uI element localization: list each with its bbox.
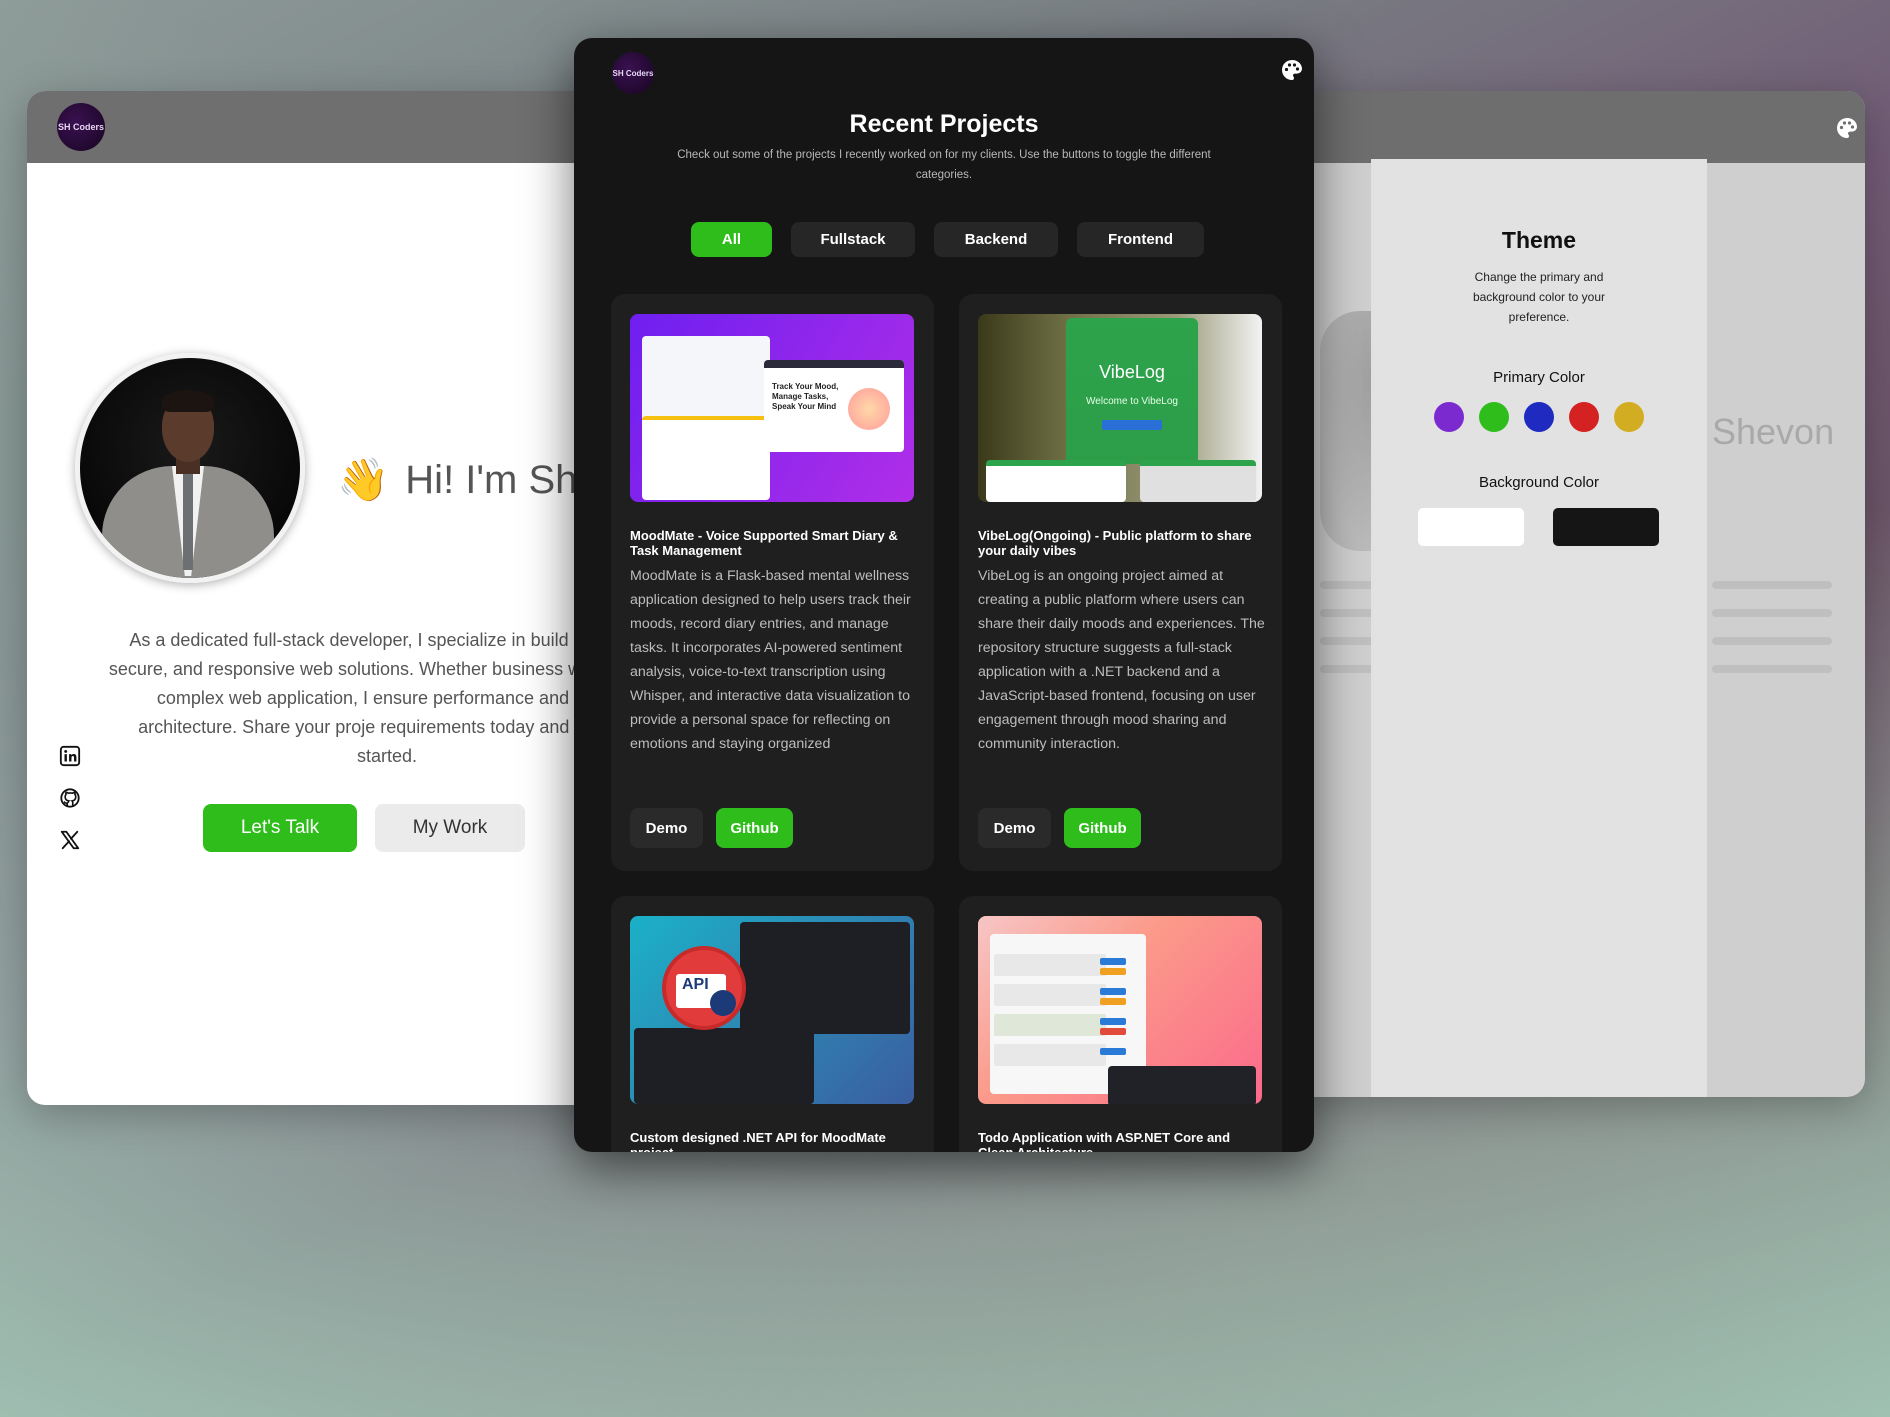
demo-button[interactable]: Demo: [630, 808, 703, 848]
primary-color-swatches: [1434, 402, 1644, 432]
background-name: Shevon: [1712, 411, 1835, 452]
project-card: API Custom designed .NET API for MoodMat…: [611, 896, 934, 1152]
project-title: Todo Application with ASP.NET Core and C…: [978, 1130, 1231, 1152]
palette-icon[interactable]: [1835, 116, 1859, 140]
my-work-button[interactable]: My Work: [375, 804, 525, 852]
primary-color-label: Primary Color: [1493, 369, 1585, 386]
project-title: MoodMate - Voice Supported Smart Diary &…: [630, 528, 898, 558]
theme-window: Shevon Theme Change the primary and back…: [1300, 91, 1865, 1097]
thumbnail-caption: VibeLog: [1099, 362, 1165, 382]
project-thumbnail: [978, 916, 1262, 1104]
waving-hand-icon: 👋: [337, 456, 390, 503]
github-button[interactable]: Github: [716, 808, 793, 848]
lets-talk-button[interactable]: Let's Talk: [203, 804, 357, 852]
background-color-label: Background Color: [1478, 474, 1600, 491]
project-card: Track Your Mood, Manage Tasks, Speak You…: [611, 294, 934, 871]
github-button[interactable]: Github: [1064, 808, 1141, 848]
linkedin-icon[interactable]: [59, 745, 81, 767]
thumbnail-caption: Track Your Mood, Manage Tasks, Speak You…: [772, 382, 839, 411]
background-swatch-light[interactable]: [1418, 508, 1524, 546]
project-card: Todo Application with ASP.NET Core and C…: [959, 896, 1282, 1152]
background-swatch-dark[interactable]: [1553, 508, 1659, 546]
hero-greeting-text: Hi! I'm She: [405, 458, 600, 502]
demo-button[interactable]: Demo: [978, 808, 1051, 848]
section-subtitle: Check out some of the projects I recentl…: [677, 149, 1211, 181]
project-thumbnail: API: [630, 916, 914, 1104]
filter-all-button[interactable]: All: [691, 222, 772, 257]
thumbnail-subcaption: Welcome to VibeLog: [1086, 396, 1178, 407]
x-icon[interactable]: [59, 829, 81, 851]
section-title: Recent Projects: [849, 110, 1039, 138]
profile-avatar: [75, 353, 305, 583]
project-title: VibeLog(Ongoing) - Public platform to sh…: [978, 528, 1252, 558]
projects-window: SH Coders Recent Projects Check out some…: [574, 38, 1314, 1152]
primary-swatch-green[interactable]: [1479, 402, 1509, 432]
theme-panel: Theme Change the primary and background …: [1371, 159, 1707, 1097]
filter-backend-button[interactable]: Backend: [934, 222, 1058, 257]
theme-description: Change the primary and background color …: [1472, 270, 1606, 324]
category-filters: All Fullstack Backend Frontend: [691, 222, 1204, 257]
theme-title: Theme: [1501, 227, 1577, 253]
project-description: VibeLog is an ongoing project aimed at c…: [978, 568, 1265, 752]
filter-fullstack-button[interactable]: Fullstack: [791, 222, 915, 257]
primary-swatch-blue[interactable]: [1524, 402, 1554, 432]
project-thumbnail: VibeLog Welcome to VibeLog: [978, 314, 1262, 502]
theme-window-navbar: [1300, 91, 1865, 163]
primary-swatch-yellow[interactable]: [1614, 402, 1644, 432]
primary-swatch-red[interactable]: [1569, 402, 1599, 432]
project-card: VibeLog Welcome to VibeLog VibeLog(Ongoi…: [959, 294, 1282, 871]
hero-greeting: 👋 Hi! I'm She: [337, 456, 600, 505]
project-thumbnail: Track Your Mood, Manage Tasks, Speak You…: [630, 314, 914, 502]
site-logo[interactable]: SH Coders: [57, 103, 105, 151]
site-logo[interactable]: SH Coders: [612, 52, 654, 94]
thumbnail-caption: API: [682, 976, 709, 993]
filter-frontend-button[interactable]: Frontend: [1077, 222, 1204, 257]
gear-icon: [710, 990, 736, 1016]
github-icon[interactable]: [59, 787, 81, 809]
palette-icon[interactable]: [1280, 58, 1302, 80]
project-title: Custom designed .NET API for MoodMate pr…: [630, 1130, 886, 1152]
project-description: MoodMate is a Flask-based mental wellnes…: [630, 568, 911, 752]
primary-swatch-purple[interactable]: [1434, 402, 1464, 432]
